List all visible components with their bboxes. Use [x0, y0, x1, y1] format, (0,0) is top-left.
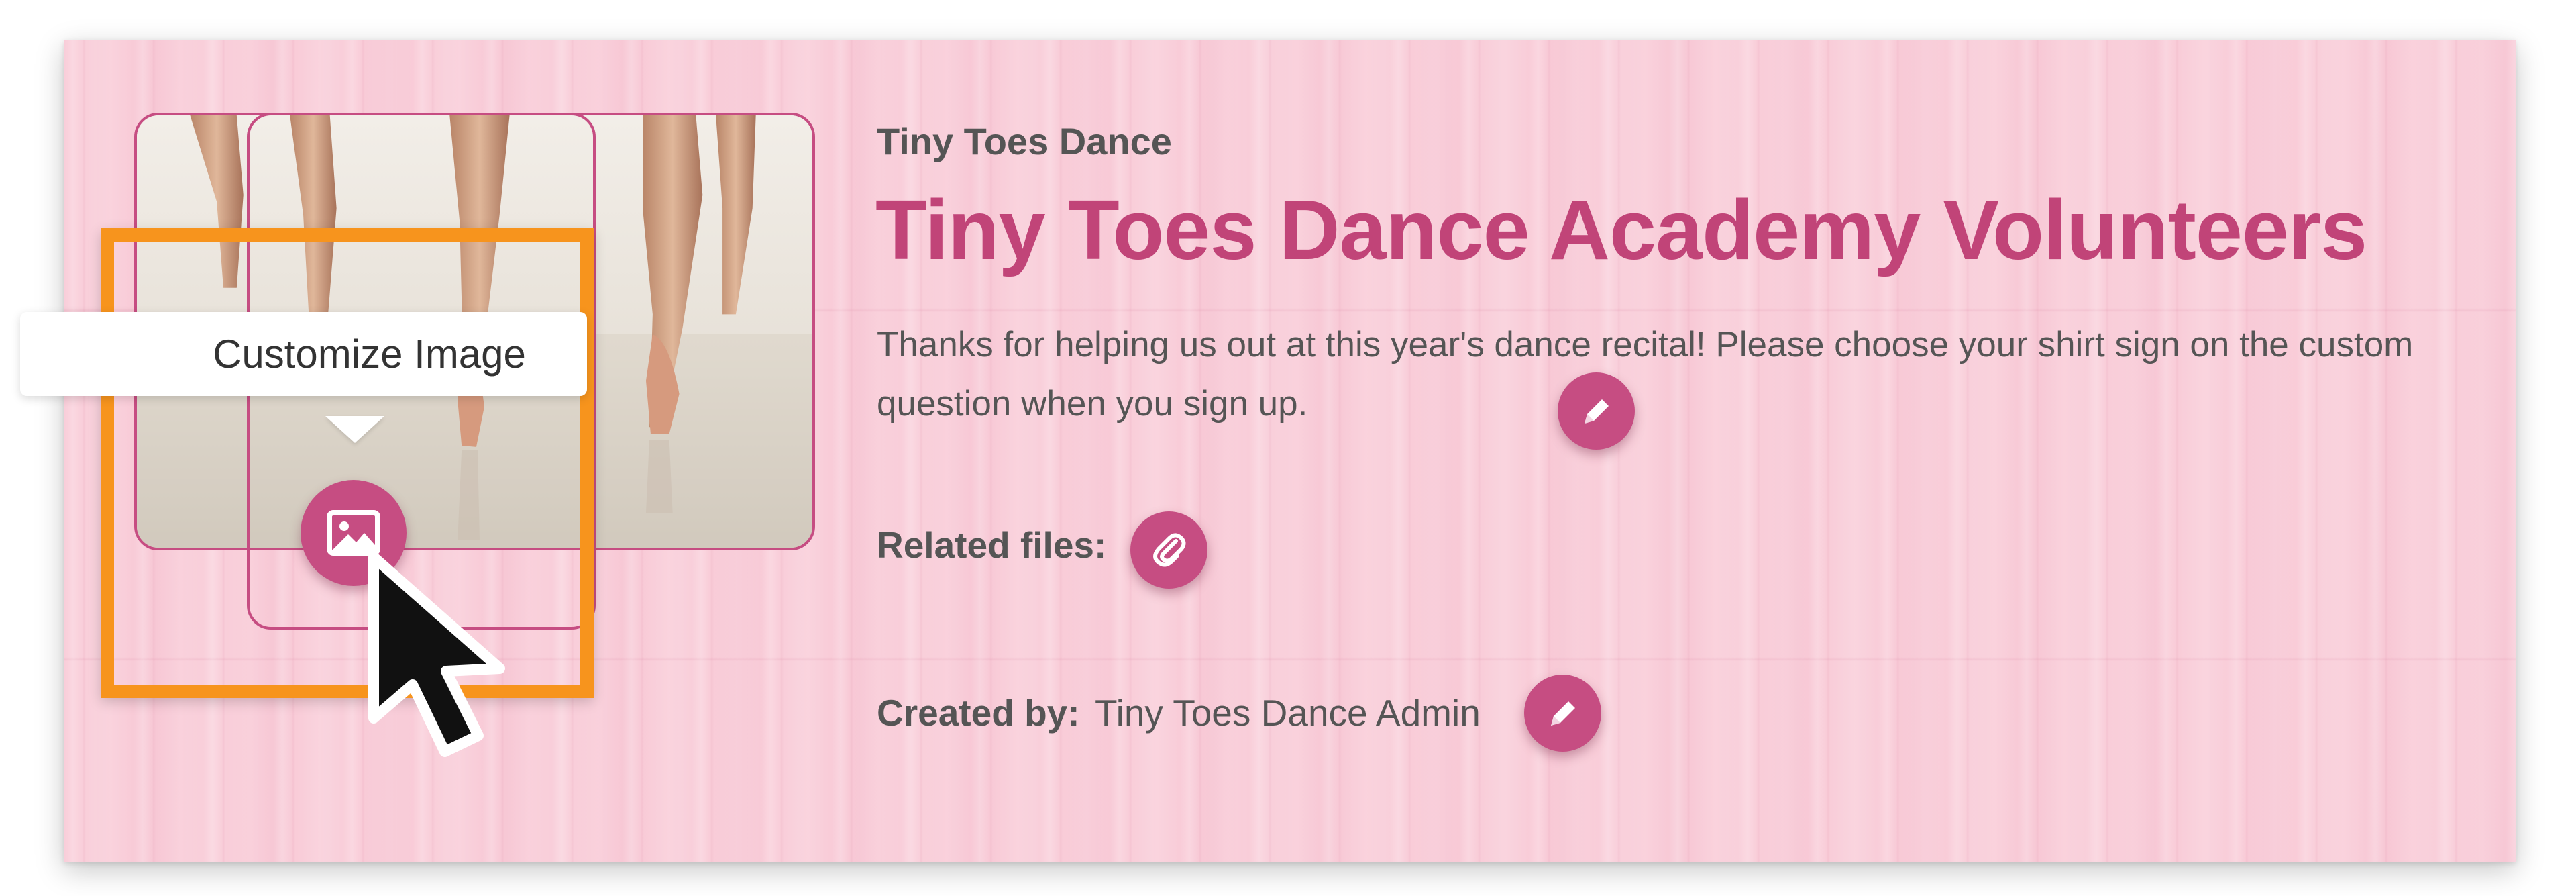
related-files-label: Related files:	[877, 524, 1107, 566]
created-by-row: Created by: Tiny Toes Dance Admin	[877, 691, 1481, 734]
edit-description-button[interactable]	[1558, 372, 1635, 450]
created-by-value: Tiny Toes Dance Admin	[1095, 692, 1481, 734]
customize-image-tooltip: Customize Image	[20, 312, 587, 396]
paperclip-icon	[1149, 530, 1189, 570]
arrow-cursor-icon	[366, 550, 533, 765]
tooltip-arrow	[325, 416, 384, 443]
pencil-icon	[1578, 393, 1615, 430]
signup-description: Thanks for helping us out at this year's…	[877, 325, 2414, 424]
page-title: Tiny Toes Dance Academy Volunteers	[875, 183, 2367, 277]
attach-file-button[interactable]	[1130, 511, 1208, 589]
created-by-label: Created by:	[877, 692, 1080, 734]
pencil-icon	[1544, 695, 1582, 732]
tooltip-label: Customize Image	[213, 332, 526, 377]
related-files-row: Related files:	[877, 524, 1106, 566]
edit-creator-button[interactable]	[1524, 675, 1601, 752]
organization-name: Tiny Toes Dance	[877, 120, 1172, 162]
